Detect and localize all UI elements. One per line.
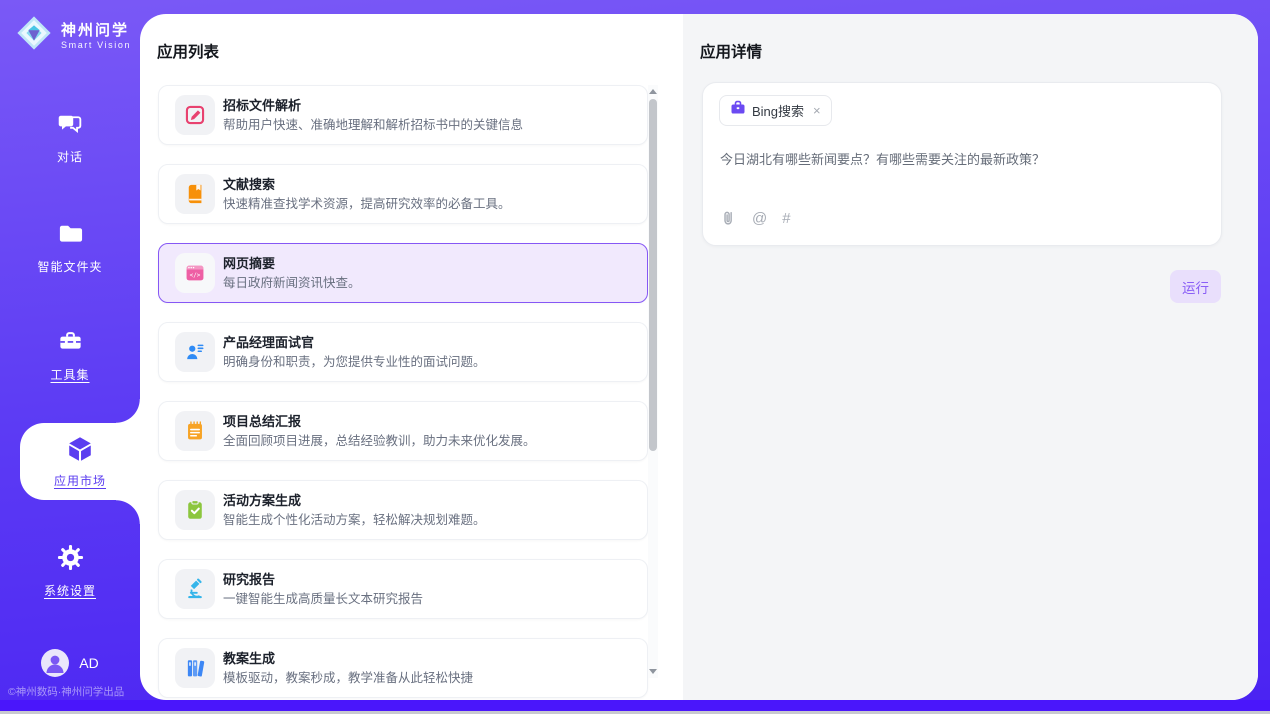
cube-icon (65, 434, 95, 462)
app-card-title: 文献搜索 (223, 177, 511, 192)
avatar[interactable] (41, 649, 69, 677)
sidebar-item-label: 工具集 (0, 366, 140, 383)
edit-square-icon (175, 95, 215, 135)
app-card-title: 产品经理面试官 (223, 335, 486, 350)
main-content: 应用列表 招标文件解析帮助用户快速、准确地理解和解析招标书中的关键信息文献搜索快… (140, 14, 1258, 700)
app-card-desc: 明确身份和职责，为您提供专业性的面试问题。 (223, 355, 486, 370)
sidebar: 神州问学 Smart Vision 对话智能文件夹工具集应用市场系统设置 AD … (0, 0, 140, 714)
prompt-text[interactable]: 今日湖北有哪些新闻要点？有哪些需要关注的最新政策？ (720, 150, 1204, 169)
app-card-title: 网页摘要 (223, 256, 361, 271)
briefcase-icon (730, 100, 746, 121)
app-card[interactable]: 教案生成模板驱动，教案秒成，教学准备从此轻松快捷 (158, 638, 648, 698)
sidebar-item-settings[interactable]: 系统设置 (0, 544, 140, 599)
app-card[interactable]: 项目总结汇报全面回顾项目进展，总结经验教训，助力未来优化发展。 (158, 401, 648, 461)
folder-icon (57, 220, 84, 248)
clipboard-check-icon (175, 490, 215, 530)
gear-icon (57, 544, 84, 572)
scrollbar-thumb[interactable] (649, 99, 657, 451)
user-name: AD (79, 655, 98, 671)
bottom-accent-bar (0, 700, 1270, 711)
brand-subtitle: Smart Vision (61, 40, 131, 50)
app-list: 招标文件解析帮助用户快速、准确地理解和解析招标书中的关键信息文献搜索快速精准查找… (158, 85, 648, 698)
app-card-title: 教案生成 (223, 651, 473, 666)
microscope-icon (175, 569, 215, 609)
browser-code-icon: </> (175, 253, 215, 293)
composer-toolbar: @ # (719, 209, 791, 227)
user-row[interactable]: AD (0, 649, 140, 677)
book-icon (175, 174, 215, 214)
paperclip-icon[interactable] (719, 209, 737, 227)
notepad-icon (175, 411, 215, 451)
tool-chip-label: Bing搜索 (752, 101, 804, 120)
person-doc-icon (175, 332, 215, 372)
sidebar-item-label: 应用市场 (20, 472, 140, 489)
app-card[interactable]: 活动方案生成智能生成个性化活动方案，轻松解决规划难题。 (158, 480, 648, 540)
sidebar-item-toolset[interactable]: 工具集 (0, 328, 140, 383)
app-list-title: 应用列表 (157, 40, 219, 62)
app-card[interactable]: 招标文件解析帮助用户快速、准确地理解和解析招标书中的关键信息 (158, 85, 648, 145)
app-card-desc: 模板驱动，教案秒成，教学准备从此轻松快捷 (223, 671, 473, 686)
app-card-desc: 每日政府新闻资讯快查。 (223, 276, 361, 291)
app-detail-panel: 应用详情 Bing搜索 × 今日湖北有哪些新闻要点？有哪些需要关注的最新政策？ (683, 14, 1258, 700)
app-card[interactable]: 研究报告一键智能生成高质量长文本研究报告 (158, 559, 648, 619)
scroll-up-arrow-icon[interactable] (649, 89, 657, 94)
copyright-footer: ©神州数码·神州问学出品 (8, 684, 140, 699)
app-card[interactable]: </> 网页摘要每日政府新闻资讯快查。 (158, 243, 648, 303)
app-detail-title: 应用详情 (700, 40, 762, 62)
sidebar-item-chat[interactable]: 对话 (0, 110, 140, 165)
app-card-desc: 帮助用户快速、准确地理解和解析招标书中的关键信息 (223, 118, 523, 133)
app-card-desc: 快速精准查找学术资源，提高研究效率的必备工具。 (223, 197, 511, 212)
brand-diamond-icon (15, 14, 53, 57)
brand-title: 神州问学 (61, 22, 131, 40)
app-card-title: 项目总结汇报 (223, 414, 536, 429)
chat-icon (57, 110, 84, 138)
app-card-desc: 一键智能生成高质量长文本研究报告 (223, 592, 423, 607)
prompt-card: Bing搜索 × 今日湖北有哪些新闻要点？有哪些需要关注的最新政策？ @ # (702, 82, 1222, 246)
hashtag-icon[interactable]: # (782, 210, 790, 227)
app-card[interactable]: 产品经理面试官明确身份和职责，为您提供专业性的面试问题。 (158, 322, 648, 382)
tool-chip-bing-search[interactable]: Bing搜索 × (719, 95, 832, 126)
scroll-down-arrow-icon[interactable] (649, 669, 657, 674)
sidebar-item-app-market[interactable]: 应用市场 (20, 423, 140, 500)
sidebar-item-label: 系统设置 (0, 582, 140, 599)
run-button[interactable]: 运行 (1170, 270, 1221, 303)
app-card-title: 招标文件解析 (223, 98, 523, 113)
sidebar-item-smart-folders[interactable]: 智能文件夹 (0, 220, 140, 275)
app-card[interactable]: 文献搜索快速精准查找学术资源，提高研究效率的必备工具。 (158, 164, 648, 224)
sidebar-item-label: 智能文件夹 (0, 258, 140, 275)
books-icon (175, 648, 215, 688)
app-list-panel: 应用列表 招标文件解析帮助用户快速、准确地理解和解析招标书中的关键信息文献搜索快… (140, 14, 683, 700)
app-card-title: 活动方案生成 (223, 493, 486, 508)
brand-logo: 神州问学 Smart Vision (15, 14, 131, 57)
sidebar-item-label: 对话 (0, 148, 140, 165)
scrollbar[interactable] (648, 85, 658, 678)
toolbox-icon (57, 328, 84, 356)
chip-close-icon[interactable]: × (813, 103, 821, 118)
mention-icon[interactable]: @ (752, 210, 767, 227)
svg-text:</>: </> (190, 272, 201, 279)
app-card-title: 研究报告 (223, 572, 423, 587)
app-card-desc: 全面回顾项目进展，总结经验教训，助力未来优化发展。 (223, 434, 536, 449)
app-card-desc: 智能生成个性化活动方案，轻松解决规划难题。 (223, 513, 486, 528)
